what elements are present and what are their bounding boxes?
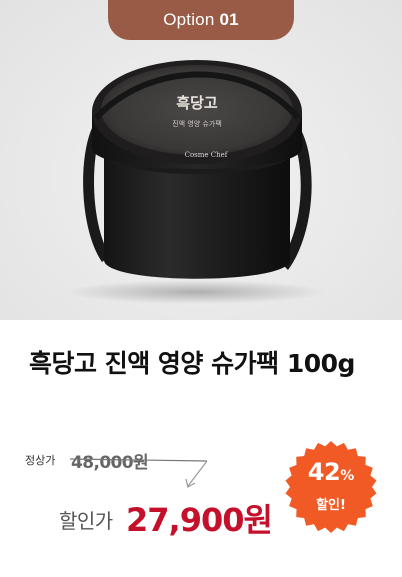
discount-percent-sign: % — [340, 468, 355, 484]
discount-badge: 42% 할인! — [284, 440, 378, 534]
lid-sub-text: 진액 영양 슈가팩 — [172, 119, 222, 128]
discount-label: 할인! — [316, 498, 346, 513]
discount-percent-value: 42 — [307, 458, 341, 486]
lid-logo-text: 흑당고 — [176, 94, 218, 112]
sale-price-label: 할인가 — [59, 509, 113, 533]
regular-price-label: 정상가 — [25, 454, 56, 467]
brand-text: Cosme Chef — [185, 151, 229, 159]
discount-percent: 42% — [284, 458, 378, 486]
regular-price: 48,000원 — [71, 453, 149, 473]
option-tab[interactable]: Option 01 — [108, 0, 294, 40]
badge-starburst-icon — [285, 441, 377, 533]
product-image: 흑당고 진액 영양 슈가팩 Cosme Chef — [66, 60, 326, 304]
sale-price: 27,900원 — [126, 501, 273, 539]
product-title: 흑당고 진액 영양 슈가팩 100g — [29, 349, 355, 378]
option-tab-number: 01 — [219, 10, 239, 29]
product-image-area: 흑당고 진액 영양 슈가팩 Cosme Chef Option 01 — [0, 0, 402, 320]
option-tab-label: Option — [163, 10, 215, 29]
